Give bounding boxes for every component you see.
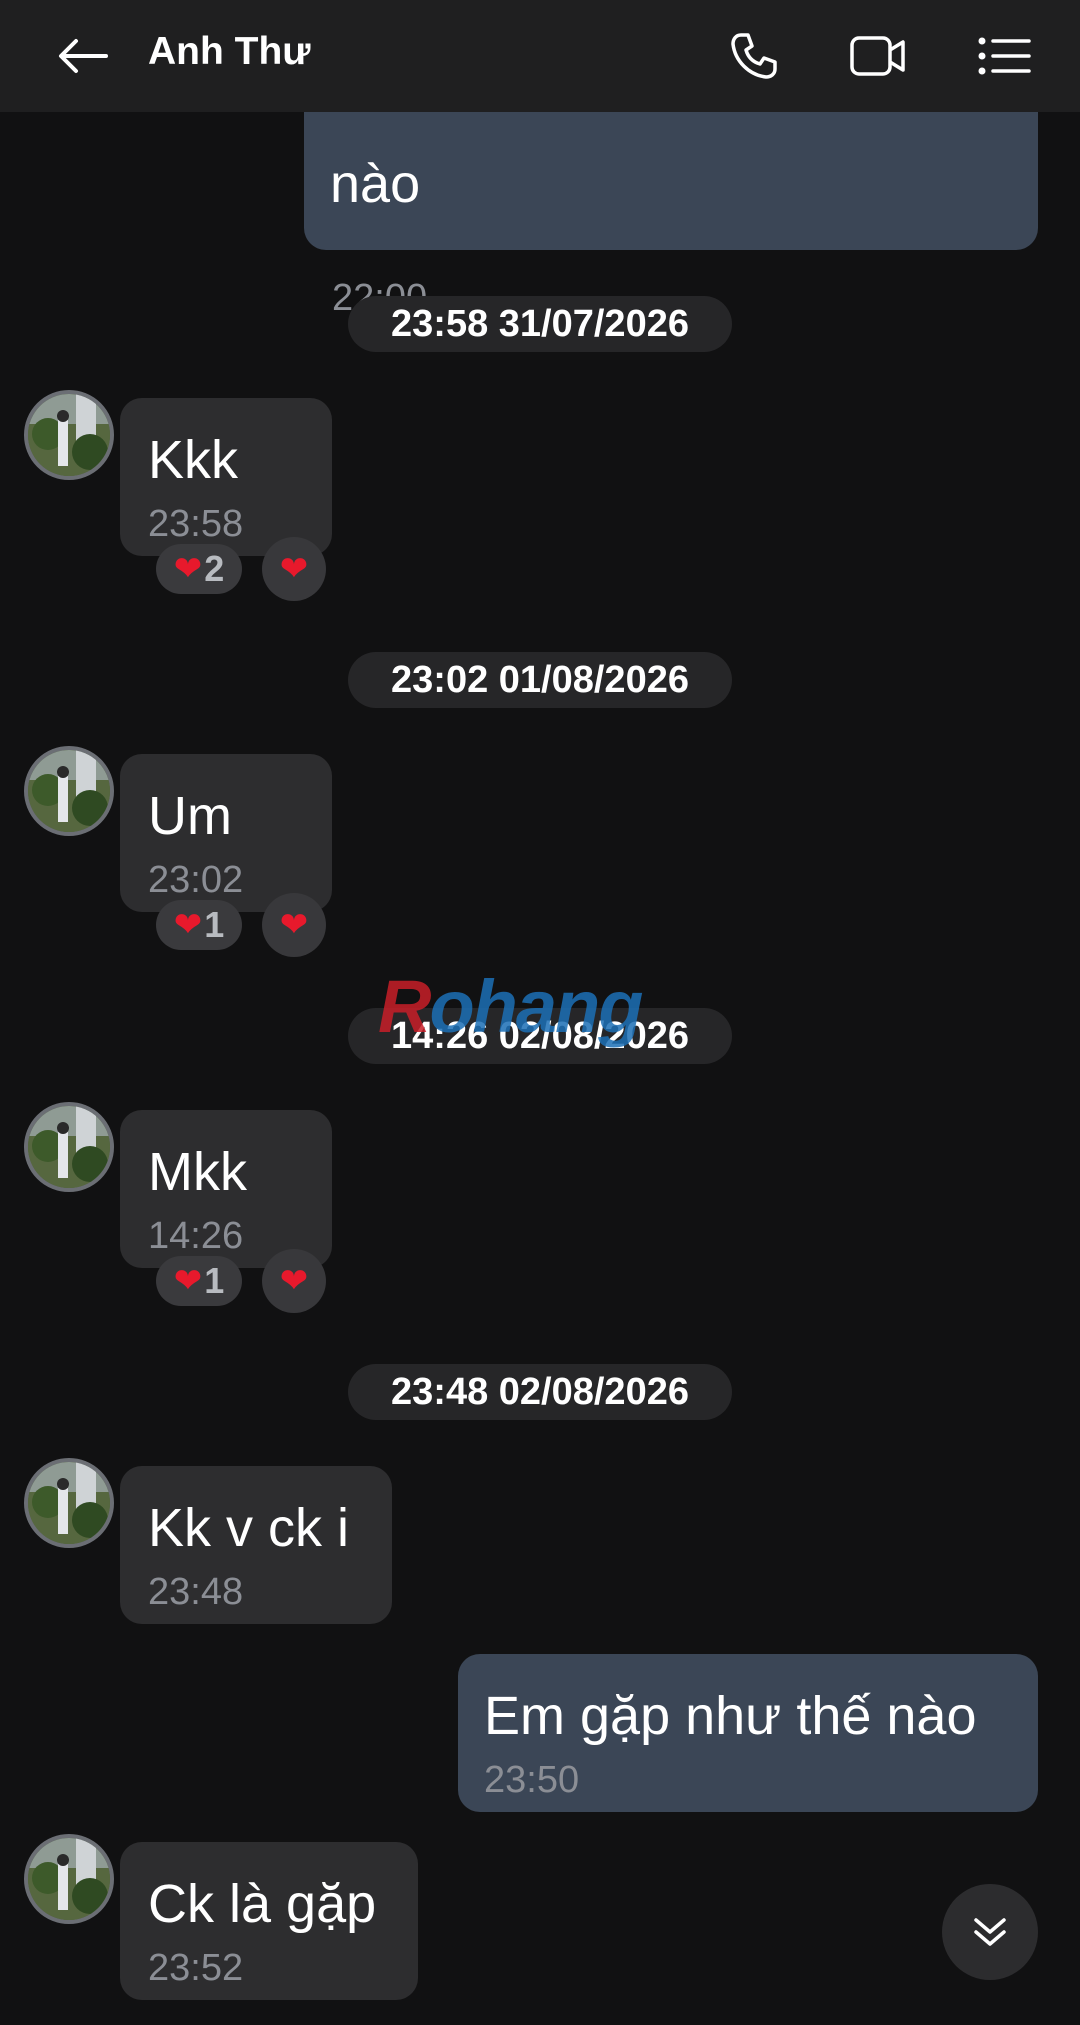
message-text: Em gặp như thế nào	[484, 1686, 977, 1746]
incoming-message[interactable]: Mkk 14:26	[120, 1110, 332, 1268]
arrow-left-icon	[59, 39, 108, 73]
message-time: 23:50	[484, 1759, 580, 1801]
outgoing-message[interactable]: Em gặp như thế nào 23:50	[458, 1654, 1038, 1812]
message-text: Kkk	[148, 430, 239, 490]
reaction-summary[interactable]: ❤ 2	[156, 544, 242, 594]
heart-icon: ❤	[279, 550, 309, 588]
reaction-count: 1	[204, 904, 225, 945]
message-text: Um	[148, 786, 232, 846]
date-separator: 23:48 02/08/2026	[348, 1364, 732, 1420]
message-time: 23:52	[148, 1947, 244, 1989]
heart-icon: ❤	[173, 906, 203, 944]
heart-icon: ❤	[173, 550, 203, 588]
video-call-button[interactable]	[846, 26, 910, 86]
message-time: 23:02	[148, 859, 244, 901]
heart-icon: ❤	[279, 1262, 309, 1300]
incoming-message[interactable]: Ck là gặp 23:52	[120, 1842, 418, 2000]
avatar[interactable]	[24, 1834, 114, 1924]
chat-screen: Anh Thư nào 22:00 23:58 31/07/2026	[0, 0, 1080, 2025]
heart-icon: ❤	[173, 1262, 203, 1300]
avatar[interactable]	[24, 1458, 114, 1548]
chat-header: Anh Thư	[0, 0, 1080, 112]
date-separator: 23:02 01/08/2026	[348, 652, 732, 708]
heart-icon: ❤	[279, 906, 309, 944]
avatar-photo	[28, 1106, 110, 1188]
avatar[interactable]	[24, 1102, 114, 1192]
reaction-count: 2	[204, 548, 225, 589]
react-button[interactable]: ❤	[262, 893, 326, 957]
message-text: Ck là gặp	[148, 1874, 377, 1934]
reaction-summary[interactable]: ❤ 1	[156, 1256, 242, 1306]
call-button[interactable]	[722, 26, 786, 86]
video-camera-icon	[850, 36, 905, 76]
avatar[interactable]	[24, 390, 114, 480]
message-text: nào	[330, 154, 421, 214]
message-time: 14:26	[148, 1215, 244, 1257]
incoming-message[interactable]: Um 23:02	[120, 754, 332, 912]
message-text: Kk v ck i	[148, 1498, 350, 1558]
message-text: Mkk	[148, 1142, 247, 1202]
avatar-photo	[28, 1838, 110, 1920]
back-button[interactable]	[52, 28, 114, 84]
avatar-photo	[28, 394, 110, 476]
react-button[interactable]: ❤	[262, 537, 326, 601]
message-time: 23:48	[148, 1571, 244, 1613]
date-separator: 14:26 02/08/2026	[348, 1008, 732, 1064]
contact-name[interactable]: Anh Thư	[148, 26, 311, 78]
avatar-photo	[28, 750, 110, 832]
incoming-message[interactable]: Kkk 23:58	[120, 398, 332, 556]
message-time: 23:58	[148, 503, 244, 545]
incoming-message[interactable]: Kk v ck i 23:48	[120, 1466, 392, 1624]
react-button[interactable]: ❤	[262, 1249, 326, 1313]
list-menu-icon	[978, 37, 1031, 75]
reaction-count: 1	[204, 1260, 225, 1301]
avatar[interactable]	[24, 746, 114, 836]
avatar-photo	[28, 1462, 110, 1544]
phone-icon	[731, 33, 777, 79]
double-chevron-down-icon	[974, 1918, 1006, 1946]
scroll-to-bottom-button[interactable]	[942, 1884, 1038, 1980]
reaction-summary[interactable]: ❤ 1	[156, 900, 242, 950]
date-separator: 23:58 31/07/2026	[348, 296, 732, 352]
options-menu-button[interactable]	[972, 26, 1036, 86]
